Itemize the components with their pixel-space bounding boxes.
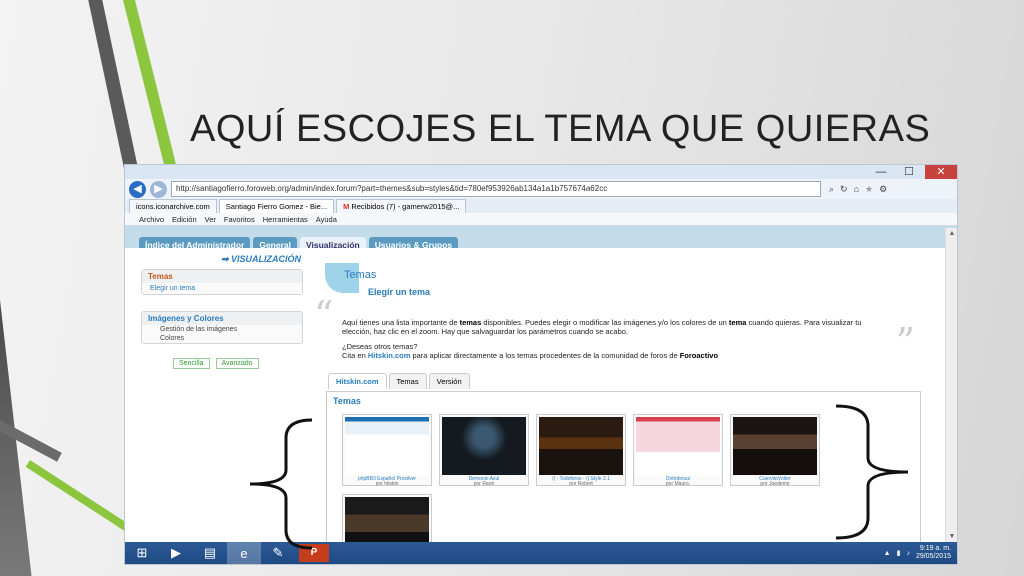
menu-item-archivo[interactable]: Archivo — [139, 213, 164, 225]
browser-tabs: icons.iconarchive.com Santiago Fierro Go… — [125, 199, 957, 213]
menu-item-herramientas[interactable]: Herramientas — [263, 213, 308, 225]
scrollbar[interactable]: ▲ ▼ — [945, 228, 957, 542]
forward-arrow-icon[interactable]: ▶ — [150, 180, 167, 198]
gear-icon[interactable]: ⚙ — [879, 184, 887, 195]
theme-preview-image — [345, 417, 429, 475]
open-quote-icon: “ — [314, 293, 334, 337]
tab-hitskin[interactable]: Hitskin.com — [328, 373, 387, 389]
sidebar-group-title: Temas — [142, 270, 302, 283]
clock[interactable]: 9:19 a. m. 29/05/2015 — [916, 545, 951, 561]
tab-temas[interactable]: Temas — [388, 373, 427, 389]
right-brace-annotation — [835, 404, 909, 540]
network-icon[interactable]: ▮ — [897, 549, 901, 557]
windows-start-icon[interactable]: ⊞ — [125, 542, 159, 564]
menu-item-ver[interactable]: Ver — [205, 213, 216, 225]
hitskin-link[interactable]: Hitskin.com — [368, 351, 411, 360]
theme-author: por Joedemo — [760, 481, 790, 487]
file-explorer-icon[interactable]: ▤ — [193, 542, 227, 564]
volume-icon[interactable]: ♪ — [906, 550, 910, 557]
theme-author: por hitskin — [375, 481, 399, 487]
page-subtitle: Elegir un tema — [368, 287, 431, 297]
maximize-button[interactable]: ☐ — [897, 165, 921, 179]
sidebar-item-elegir-tema[interactable]: Elegir un tema — [142, 283, 302, 294]
theme-preview-image — [539, 417, 623, 475]
sidebar-item-colores[interactable]: Colores — [142, 334, 302, 343]
title-bar: — ☐ ✕ — [125, 165, 957, 179]
tab-version[interactable]: Versión — [428, 373, 470, 389]
theme-author: por Robert — [569, 481, 593, 487]
theme-card[interactable]: Demonio Azul por Raori — [439, 414, 529, 487]
menu-item-ayuda[interactable]: Ayuda — [316, 213, 337, 225]
browser-tab[interactable]: icons.iconarchive.com — [129, 199, 217, 213]
system-tray: ▲ ▮ ♪ 9:19 a. m. 29/05/2015 — [884, 545, 957, 561]
theme-preview-image — [636, 417, 720, 475]
description: Aquí tienes una lista importante de tema… — [342, 318, 862, 360]
close-quote-icon: ” — [895, 320, 915, 364]
theme-preview-image — [733, 417, 817, 475]
other-themes-question: ¿Deseas otros temas? — [342, 342, 418, 351]
scroll-down-icon[interactable]: ▼ — [946, 533, 957, 540]
left-brace-annotation — [249, 418, 313, 550]
theme-card[interactable]: phpBB3 Español Prosilver por hitskin — [342, 414, 432, 487]
page-title: Temas — [344, 269, 377, 281]
favorites-star-icon[interactable]: ★ — [865, 184, 873, 195]
slide-title: AQUÍ ESCOJES EL TEMA QUE QUIERAS — [190, 108, 931, 150]
sidebar: ➡ VISUALIZACIÓN Temas Elegir un tema Imá… — [141, 254, 303, 369]
decorative-bar — [25, 460, 131, 533]
scroll-up-icon[interactable]: ▲ — [946, 230, 957, 237]
browser-tab[interactable]: M Recibidos (7) - gamerw2015@... — [336, 199, 467, 213]
sidebar-group-temas: Temas Elegir un tema — [141, 269, 303, 295]
search-icon[interactable]: ⌕ — [829, 184, 834, 195]
sidebar-group-imagenes: Imágenes y Colores Gestión de las imágen… — [141, 311, 303, 344]
simple-mode-button[interactable]: Sencilla — [173, 358, 210, 369]
back-arrow-icon[interactable]: ◀ — [129, 180, 146, 198]
theme-author: por Mauro. — [665, 481, 691, 487]
theme-author: por Raori — [473, 481, 495, 487]
sidebar-item-imagenes[interactable]: Gestión de las imágenes — [142, 325, 302, 334]
gmail-icon: M — [343, 202, 350, 211]
address-bar[interactable]: http://santiagofierro.foroweb.org/admin/… — [171, 181, 821, 197]
menu-item-edicion[interactable]: Edición — [172, 213, 197, 225]
home-icon[interactable]: ⌂ — [854, 184, 859, 195]
menu-item-favoritos[interactable]: Favoritos — [224, 213, 255, 225]
menu-bar: Archivo Edición Ver Favoritos Herramient… — [125, 213, 957, 226]
advanced-mode-button[interactable]: Avanzado — [215, 358, 259, 369]
browser-tab-active[interactable]: Santiago Fierro Gomez - Bie... — [218, 199, 335, 213]
theme-card[interactable]: CuervitoVolter por Joedemo — [730, 414, 820, 487]
address-row: ◀ ▶ http://santiagofierro.foroweb.org/ad… — [125, 179, 957, 199]
browser-tab-label: Recibidos (7) - gamerw2015@... — [351, 202, 460, 211]
theme-card[interactable]: Dnitrdeous por Mauro. — [633, 414, 723, 487]
refresh-icon[interactable]: ↻ — [840, 184, 848, 195]
theme-card[interactable]: /) - Todoforos - /) Style 3.1 por Robert — [536, 414, 626, 487]
theme-tabs: Hitskin.com Temas Versión — [328, 373, 470, 389]
close-button[interactable]: ✕ — [925, 165, 957, 179]
theme-preview-image — [442, 417, 526, 475]
sidebar-group-title: Imágenes y Colores — [142, 312, 302, 325]
sidebar-section-title: ➡ VISUALIZACIÓN — [220, 254, 301, 264]
minimize-button[interactable]: — — [869, 165, 893, 179]
themes-panel-title: Temas — [333, 396, 361, 406]
tray-arrow-icon[interactable]: ▲ — [884, 550, 891, 557]
media-player-icon[interactable]: ▶ — [159, 542, 193, 564]
